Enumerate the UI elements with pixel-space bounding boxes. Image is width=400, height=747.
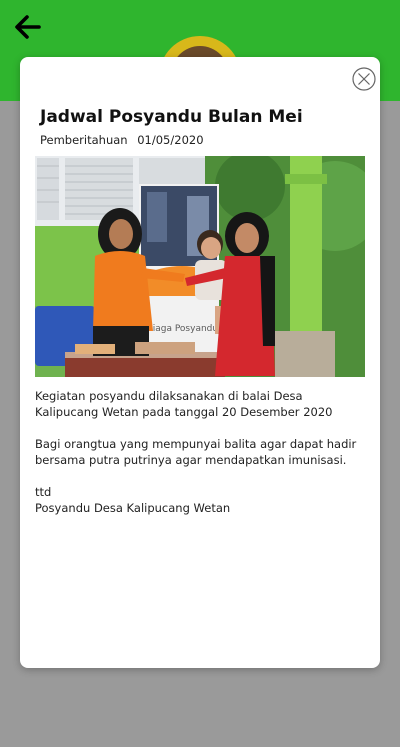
announcement-date: 01/05/2020 (137, 133, 204, 147)
announcement-meta: Pemberitahuan 01/05/2020 (40, 133, 204, 147)
arrow-left-icon (15, 15, 41, 39)
signature-name: Posyandu Desa Kalipucang Wetan (35, 501, 231, 515)
back-button[interactable] (14, 14, 42, 40)
announcement-dialog: Jadwal Posyandu Bulan Mei Pemberitahuan … (20, 57, 380, 668)
announcement-photo: Siaga Posyandu (35, 156, 365, 377)
announcement-paragraph: Bagi orangtua yang mempunyai balita agar… (35, 437, 357, 467)
close-circle-icon (352, 67, 376, 91)
announcement-title: Jadwal Posyandu Bulan Mei (40, 107, 303, 127)
posyandu-photo-illustration: Siaga Posyandu (35, 156, 365, 377)
signature-line: ttd (35, 485, 52, 499)
banner-text: Siaga Posyandu (147, 324, 218, 334)
announcement-body: Kegiatan posyandu dilaksanakan di balai … (35, 388, 365, 516)
announcement-paragraph: Kegiatan posyandu dilaksanakan di balai … (35, 389, 333, 419)
announcement-category: Pemberitahuan (40, 133, 128, 147)
announcement-signature: ttd Posyandu Desa Kalipucang Wetan (35, 484, 365, 516)
close-button[interactable] (352, 67, 376, 91)
